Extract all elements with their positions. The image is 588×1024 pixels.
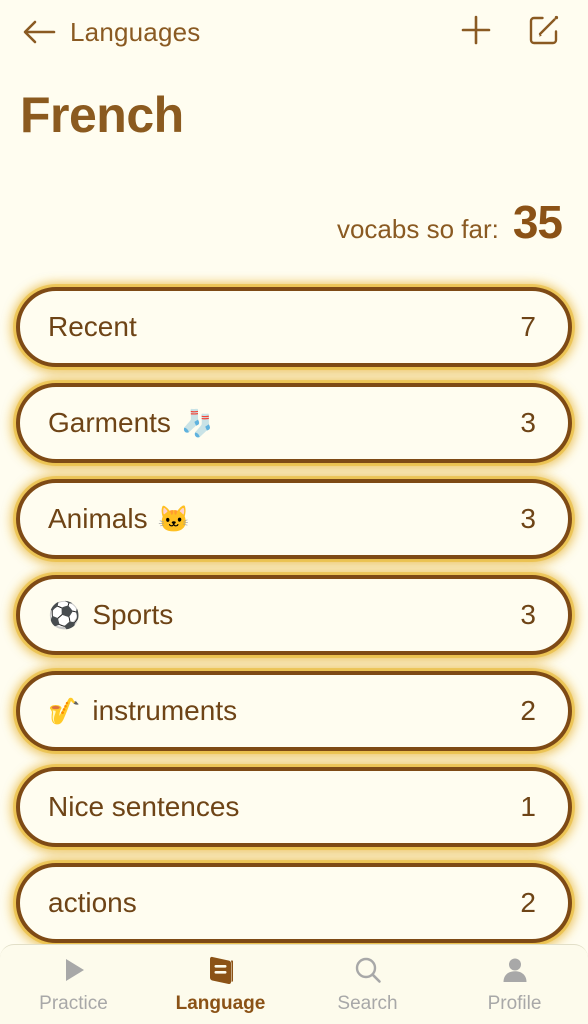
tab-language[interactable]: Language	[147, 954, 294, 1015]
tab-search[interactable]: Search	[294, 954, 441, 1015]
back-label: Languages	[70, 16, 201, 47]
category-count: 1	[520, 791, 536, 822]
category-label-group: Recent	[48, 311, 520, 343]
category-count: 2	[520, 695, 536, 726]
tab-profile[interactable]: Profile	[441, 954, 588, 1015]
category-list: Recent 7 Garments 🧦 3 Animals 🐱 3 ⚽ Sports 3 🎷 instr…	[0, 287, 588, 943]
category-label-group: 🎷 instruments	[48, 695, 520, 727]
plus-icon	[459, 13, 493, 52]
play-icon	[59, 954, 89, 986]
category-label-group: Animals 🐱	[48, 503, 520, 535]
category-count: 3	[520, 503, 536, 534]
category-count: 2	[520, 887, 536, 918]
page-title: French	[20, 87, 184, 143]
tab-label: Language	[175, 993, 266, 1014]
category-count: 7	[520, 311, 536, 342]
category-name: Sports	[92, 599, 174, 630]
person-icon	[500, 954, 530, 986]
category-label-group: actions	[48, 887, 520, 919]
bottom-tab-bar: Practice Language Search Profile	[0, 944, 588, 1024]
category-card[interactable]: Animals 🐱 3	[16, 479, 572, 559]
category-emoji-icon: 🎷	[48, 696, 81, 726]
category-emoji-icon: 🐱	[157, 504, 190, 534]
category-card[interactable]: ⚽ Sports 3	[16, 575, 572, 655]
category-name: Garments	[48, 407, 171, 438]
tab-label: Search	[337, 993, 398, 1014]
category-name: Nice sentences	[48, 791, 240, 822]
category-card[interactable]: 🎷 instruments 2	[16, 671, 572, 751]
category-label-group: ⚽ Sports	[48, 599, 520, 631]
category-name: instruments	[92, 695, 238, 726]
compose-button[interactable]	[524, 12, 564, 52]
back-button[interactable]: Languages	[22, 17, 200, 48]
category-count: 3	[520, 599, 536, 630]
top-bar: Languages	[0, 0, 588, 64]
add-button[interactable]	[456, 12, 496, 52]
vocab-summary-count: 35	[512, 196, 563, 248]
category-name: Animals	[48, 503, 148, 534]
vocab-summary: vocabs so far: 35	[0, 144, 588, 245]
category-card[interactable]: Garments 🧦 3	[16, 383, 572, 463]
category-card[interactable]: actions 2	[16, 863, 572, 943]
category-name: Recent	[48, 311, 137, 342]
search-icon	[353, 954, 383, 986]
category-emoji-icon: ⚽	[48, 600, 81, 630]
category-label-group: Garments 🧦	[48, 407, 520, 439]
category-label-group: Nice sentences	[48, 791, 520, 823]
category-emoji-icon: 🧦	[180, 408, 214, 438]
compose-edit-icon	[527, 13, 561, 52]
arrow-left-icon	[22, 19, 56, 45]
tab-practice[interactable]: Practice	[0, 954, 147, 1015]
category-count: 3	[520, 407, 536, 438]
book-icon	[206, 954, 236, 986]
category-card[interactable]: Nice sentences 1	[16, 767, 572, 847]
category-name: actions	[48, 887, 137, 918]
topbar-actions	[456, 12, 564, 52]
tab-label: Practice	[39, 993, 108, 1014]
category-card[interactable]: Recent 7	[16, 287, 572, 367]
tab-label: Profile	[487, 993, 542, 1014]
vocab-summary-label: vocabs so far:	[336, 214, 499, 244]
